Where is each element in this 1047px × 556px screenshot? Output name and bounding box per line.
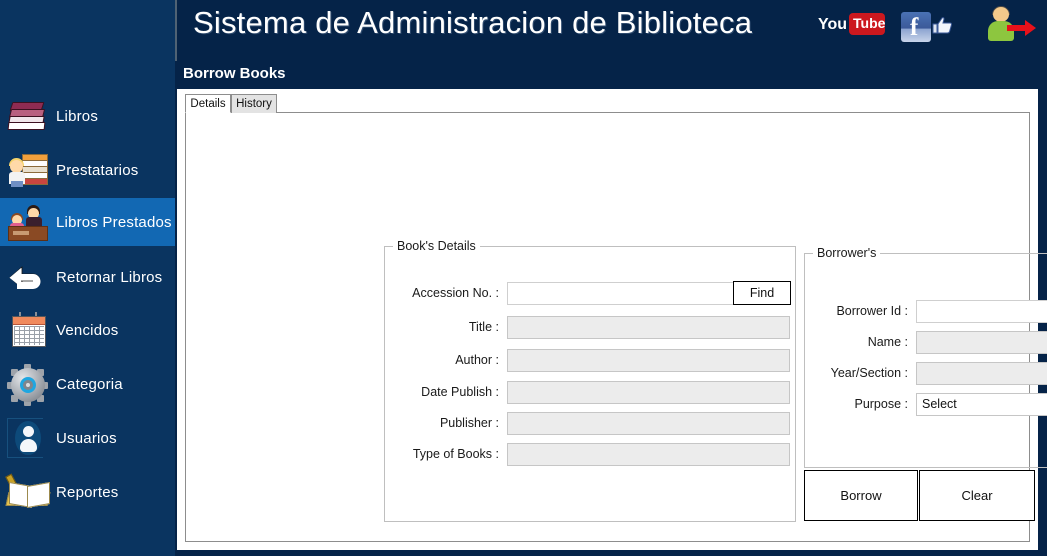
- library-desk-icon: [6, 202, 50, 242]
- app-header: Sistema de Administracion de Biblioteca …: [175, 0, 1047, 61]
- year-section-input[interactable]: [916, 361, 1047, 385]
- year-section-label: Year/Section :: [830, 366, 908, 380]
- page-title: Borrow Books: [183, 65, 286, 82]
- purpose-row: Purpose : Select: [822, 392, 1047, 416]
- accession-no-row: Accession No. :: [399, 281, 790, 305]
- sidebar-navigation: Libros Prestatarios Libros Prestados Ret…: [0, 0, 175, 556]
- logout-user-icon[interactable]: [987, 6, 1037, 44]
- sidebar-item-label: Prestatarios: [56, 161, 139, 179]
- date-publish-input[interactable]: [507, 380, 790, 404]
- application-window: Libros Prestatarios Libros Prestados Ret…: [0, 0, 1047, 556]
- tab-bar: Details History: [185, 94, 1030, 113]
- thumbs-up-icon: [931, 17, 953, 34]
- borrower-legend: Borrower's: [813, 246, 881, 260]
- author-label: Author :: [455, 353, 499, 367]
- calendar-icon: [6, 310, 50, 350]
- book-details-legend: Book's Details: [393, 239, 480, 253]
- sidebar-item-label: Vencidos: [56, 321, 119, 339]
- youtube-icon[interactable]: You Tube: [818, 12, 886, 38]
- sidebar-item-label: Reportes: [56, 483, 119, 501]
- report-book-icon: [5, 472, 51, 512]
- user-icon: [6, 418, 50, 458]
- publisher-label: Publisher :: [439, 416, 499, 430]
- sidebar-item-label: Libros: [56, 107, 99, 125]
- youtube-tube-text: Tube: [853, 15, 886, 31]
- sidebar-item-label: Libros Prestados: [56, 213, 172, 231]
- sidebar-item-prestatarios[interactable]: Prestatarios: [0, 146, 175, 194]
- books-stack-icon: [6, 96, 50, 136]
- person-with-books-icon: [6, 150, 50, 190]
- borrower-name-label: Name :: [867, 335, 908, 349]
- sidebar-item-categoria[interactable]: Categoria: [0, 360, 175, 408]
- sidebar-item-vencidos[interactable]: Vencidos: [0, 306, 175, 354]
- main-content-area: Details History Book's Details Accession…: [177, 89, 1047, 550]
- tab-history[interactable]: History: [231, 94, 277, 113]
- author-input[interactable]: [507, 348, 790, 372]
- type-of-books-row: Type of Books :: [399, 442, 790, 466]
- sidebar-item-usuarios[interactable]: Usuarios: [0, 414, 175, 462]
- youtube-tube-badge: Tube: [849, 13, 885, 35]
- sidebar-item-retornar-libros[interactable]: Retornar Libros: [0, 253, 175, 301]
- sidebar-item-label: Categoria: [56, 375, 123, 393]
- app-title: Sistema de Administracion de Biblioteca: [193, 5, 753, 40]
- borrower-name-row: Name :: [822, 330, 1047, 354]
- author-row: Author :: [399, 348, 790, 372]
- youtube-you-text: You: [818, 16, 848, 33]
- logout-arrow-icon: [1007, 20, 1037, 36]
- borrow-button[interactable]: Borrow: [804, 470, 918, 521]
- sidebar-item-label: Retornar Libros: [56, 268, 163, 286]
- sidebar-item-reportes[interactable]: Reportes: [0, 468, 175, 516]
- publisher-input[interactable]: [507, 411, 790, 435]
- gear-icon: [6, 364, 50, 406]
- sidebar-item-label: Usuarios: [56, 429, 117, 447]
- title-input[interactable]: [507, 315, 790, 339]
- page-title-bar: Borrow Books: [177, 61, 1047, 89]
- accession-no-label: Accession No. :: [412, 286, 499, 300]
- tab-details[interactable]: Details: [185, 94, 231, 113]
- find-book-button[interactable]: Find: [733, 281, 791, 305]
- return-arrow-icon: [6, 257, 50, 297]
- borrower-id-input[interactable]: [916, 299, 1047, 323]
- title-label: Title :: [468, 320, 499, 334]
- sidebar-item-libros-prestados[interactable]: Libros Prestados: [0, 198, 175, 246]
- purpose-dropdown[interactable]: Select: [916, 392, 1047, 416]
- borrower-id-row: Borrower Id :: [822, 299, 1047, 323]
- clear-button[interactable]: Clear: [919, 470, 1035, 521]
- purpose-selected-value: Select: [922, 397, 957, 411]
- date-publish-row: Date Publish :: [399, 380, 790, 404]
- date-publish-label: Date Publish :: [421, 385, 499, 399]
- facebook-icon[interactable]: f: [901, 12, 957, 42]
- type-of-books-input[interactable]: [507, 442, 790, 466]
- borrower-name-input[interactable]: [916, 330, 1047, 354]
- title-row: Title :: [399, 315, 790, 339]
- type-of-books-label: Type of Books :: [412, 447, 499, 461]
- purpose-label: Purpose :: [854, 397, 908, 411]
- facebook-letter: f: [910, 14, 919, 41]
- year-section-row: Year/Section :: [822, 361, 1047, 385]
- sidebar-item-libros[interactable]: Libros: [0, 92, 175, 140]
- borrower-id-label: Borrower Id :: [836, 304, 908, 318]
- publisher-row: Publisher :: [399, 411, 790, 435]
